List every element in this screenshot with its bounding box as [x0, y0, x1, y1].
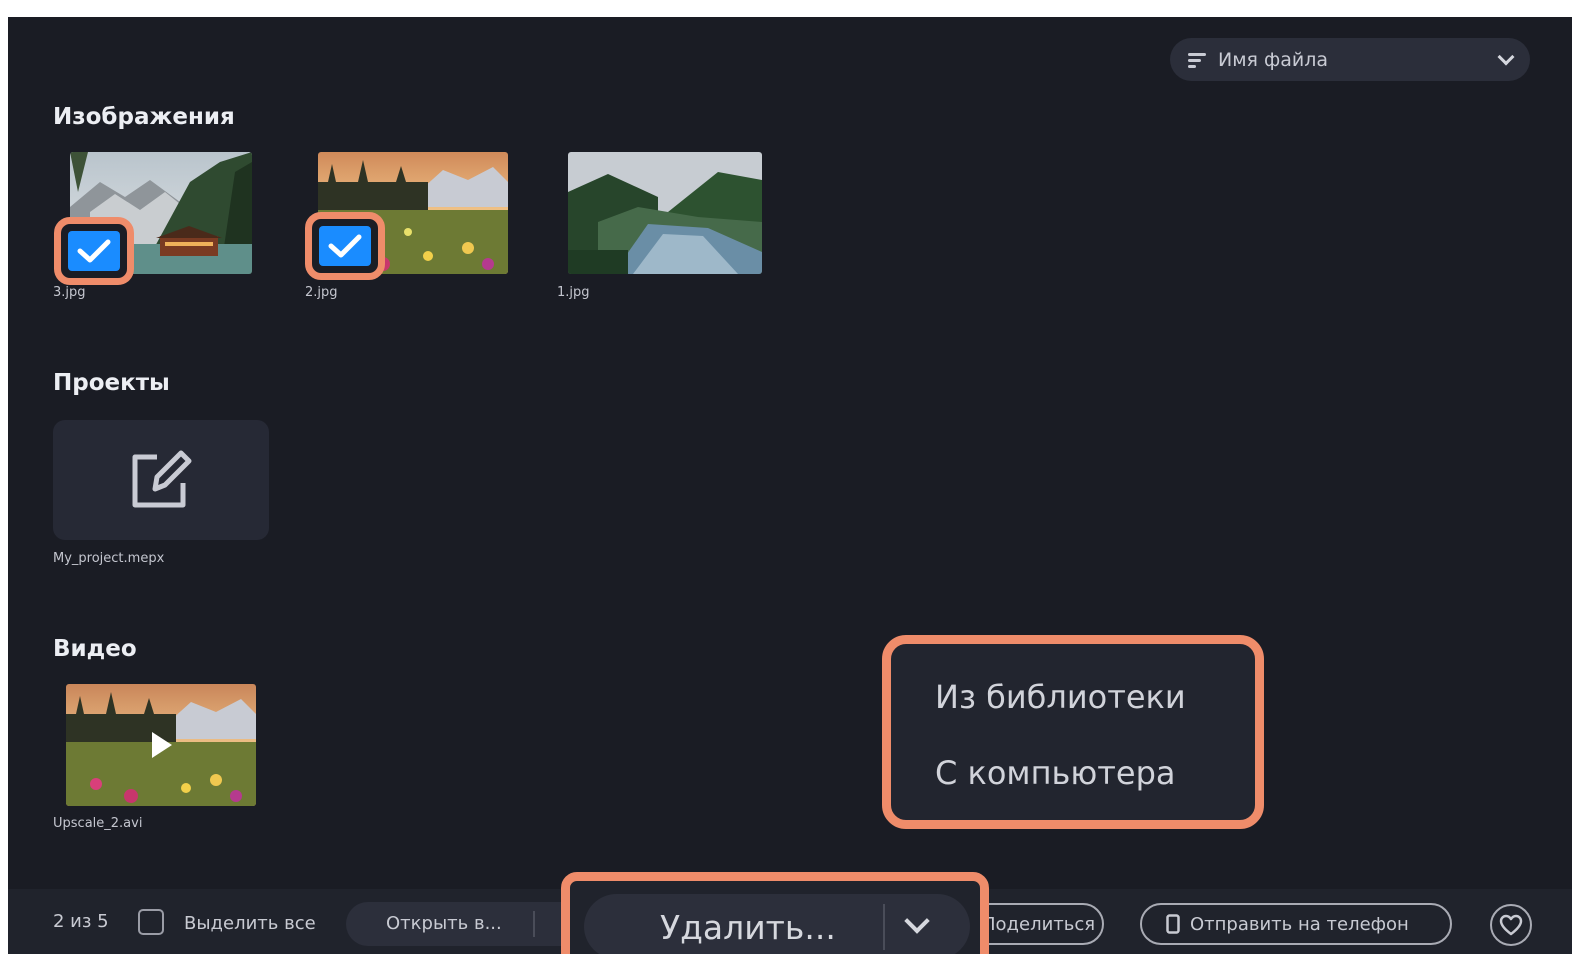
sort-icon	[1188, 52, 1208, 68]
image-filename-2: 2.jpg	[305, 285, 338, 300]
video-filename: Upscale_2.avi	[53, 816, 143, 831]
section-title-images: Изображения	[53, 104, 235, 130]
image-checkbox-2[interactable]	[305, 212, 385, 280]
section-title-projects: Проекты	[53, 370, 170, 396]
project-filename: My_project.mepx	[53, 551, 165, 566]
edit-icon	[132, 450, 192, 508]
select-all-checkbox[interactable]	[138, 909, 164, 935]
bottom-action-bar: 2 из 5 Выделить все Открыть в... Поделит…	[8, 872, 1572, 954]
menu-item-from-computer[interactable]: С компьютера	[935, 738, 1255, 814]
delete-button-highlight: Удалить...	[561, 872, 989, 954]
delete-options-menu: Из библиотеки С компьютера	[882, 635, 1264, 829]
select-all-label[interactable]: Выделить все	[184, 913, 316, 934]
video-thumbnail[interactable]	[66, 684, 256, 806]
menu-item-from-library[interactable]: Из библиотеки	[935, 662, 1255, 738]
favorite-button[interactable]	[1490, 904, 1532, 946]
share-label: Поделиться	[982, 914, 1096, 935]
delete-label: Удалить...	[660, 908, 836, 947]
image-filename-3: 3.jpg	[53, 285, 86, 300]
media-library-window: Имя файла Изображения 3.jpg 2.jpg 1.jpg …	[8, 17, 1572, 954]
chevron-down-icon	[1497, 48, 1515, 65]
send-to-phone-label: Отправить на телефон	[1190, 913, 1409, 935]
chevron-down-icon[interactable]	[904, 908, 930, 934]
image-filename-1: 1.jpg	[557, 285, 590, 300]
open-in-label: Открыть в...	[386, 913, 502, 934]
sort-label: Имя файла	[1218, 48, 1329, 71]
heart-icon	[1499, 914, 1523, 936]
section-title-video: Видео	[53, 636, 137, 662]
image-checkbox-3[interactable]	[54, 217, 134, 285]
selection-count: 2 из 5	[53, 911, 109, 932]
sort-dropdown[interactable]: Имя файла	[1170, 38, 1530, 81]
project-card[interactable]	[53, 420, 269, 540]
phone-icon	[1166, 914, 1180, 934]
image-thumbnail-1[interactable]	[568, 152, 762, 274]
delete-button[interactable]: Удалить...	[584, 894, 970, 954]
send-to-phone-button[interactable]: Отправить на телефон	[1140, 903, 1452, 945]
